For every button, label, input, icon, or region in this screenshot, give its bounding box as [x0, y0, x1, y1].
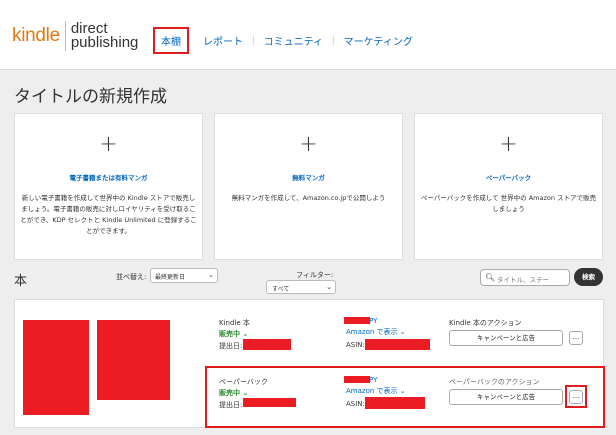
top-header: kindle direct publishing 本棚 レポート | コミュニテ… — [0, 0, 616, 70]
create-free-manga-card[interactable]: + 無料マンガ 無料マンガを作成して、Amazon.co.jpで公開しよう — [214, 113, 403, 260]
submitted-date-label: 提出日: — [219, 342, 243, 350]
sort-select[interactable]: 最終更新日 ⌄ — [150, 268, 218, 283]
book-cover-redacted[interactable] — [23, 320, 89, 415]
nav-separator: | — [332, 35, 335, 46]
view-on-amazon-link[interactable]: Amazon で表示 ⌄ — [346, 327, 406, 337]
filter-label: フィルター: — [296, 271, 334, 279]
nav-marketing[interactable]: マーケティング — [344, 33, 413, 48]
paperback-highlight-box — [205, 366, 605, 428]
sort-label: 並べ替え: — [116, 273, 147, 281]
card-description: ペーパーバックを作成して 世界中の Amazon ストアで販売しましょう — [420, 194, 597, 213]
page-title: タイトルの新規作成 — [14, 87, 167, 106]
card-description: 新しい電子書籍を作成して世界中の Kindle ストアで販売しましょう。電子書籍… — [20, 194, 197, 235]
book-title-suffix[interactable]: PY — [369, 317, 377, 325]
card-title[interactable]: 電子書籍または有料マンガ — [15, 172, 202, 182]
search-button[interactable]: 検索 — [574, 268, 603, 286]
logo-publishing-text: publishing — [70, 34, 139, 51]
redacted-title — [344, 317, 370, 324]
chevron-down-icon: ⌄ — [326, 283, 332, 291]
more-button-highlight-box — [565, 385, 587, 408]
redacted-date — [243, 339, 291, 350]
filter-value: すべて — [272, 286, 290, 293]
nav-bookshelf[interactable]: 本棚 — [153, 27, 189, 54]
logo-direct-publishing: direct publishing — [70, 21, 139, 51]
chevron-down-icon: ⌄ — [208, 271, 214, 279]
redacted-asin — [365, 339, 430, 350]
more-options-button[interactable]: ... — [569, 331, 583, 345]
card-title[interactable]: ペーパーバック — [415, 172, 602, 182]
plus-icon: + — [299, 132, 318, 157]
plus-icon: + — [499, 132, 518, 157]
nav-community[interactable]: コミュニティ — [264, 33, 323, 48]
bookshelf-heading: 本 — [14, 273, 28, 288]
nav-separator: | — [252, 35, 255, 46]
search-input[interactable]: 🔍︎ タイトル、ステー — [480, 269, 570, 286]
filter-select[interactable]: すべて ⌄ — [266, 280, 336, 294]
logo-kindle-text: kindle — [12, 25, 60, 46]
kdp-logo[interactable]: kindle direct publishing — [12, 20, 138, 52]
plus-icon: + — [99, 132, 118, 157]
campaign-button[interactable]: キャンペーンと広告 — [449, 330, 563, 346]
card-description: 無料マンガを作成して、Amazon.co.jpで公開しよう — [231, 194, 386, 202]
status-badge[interactable]: 販売中 ⌄ — [219, 329, 248, 339]
search-icon: 🔍︎ — [485, 273, 496, 282]
sort-value: 最終更新日 — [155, 274, 186, 281]
search-placeholder: タイトル、ステー — [497, 276, 549, 284]
asin-label: ASIN: — [346, 341, 365, 349]
create-ebook-card[interactable]: + 電子書籍または有料マンガ 新しい電子書籍を作成して世界中の Kindle ス… — [14, 113, 203, 260]
kindle-actions-title: Kindle 本のアクション — [449, 319, 522, 327]
nav-reports[interactable]: レポート — [203, 33, 243, 48]
format-label: Kindle 本 — [219, 319, 250, 327]
create-paperback-card[interactable]: + ペーパーバック ペーパーバックを作成して 世界中の Amazon ストアで販… — [414, 113, 603, 260]
book-cover-redacted[interactable] — [97, 320, 170, 400]
logo-divider — [64, 21, 66, 51]
main-nav: 本棚 レポート | コミュニティ | マーケティング — [153, 27, 413, 54]
card-title[interactable]: 無料マンガ — [215, 172, 402, 182]
